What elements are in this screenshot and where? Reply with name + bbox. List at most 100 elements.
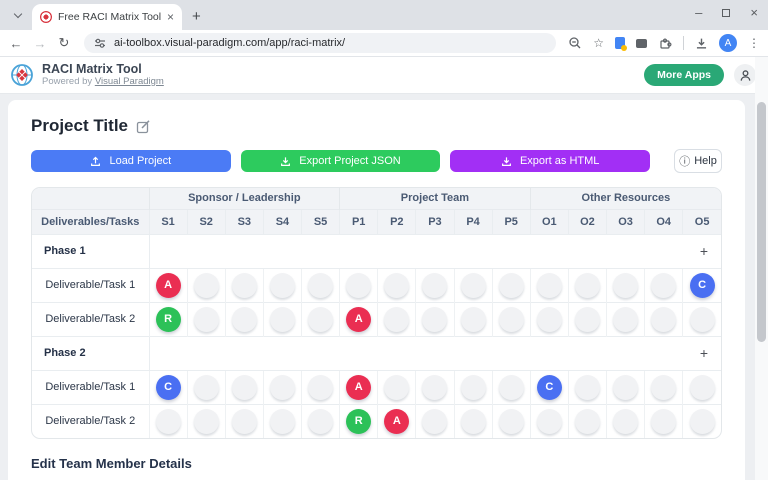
empty-cell-circle[interactable] (651, 307, 676, 332)
phase-label[interactable]: Phase 2 (32, 336, 149, 370)
raci-cell-O4[interactable] (645, 370, 683, 404)
more-apps-button[interactable]: More Apps (644, 64, 724, 86)
empty-cell-circle[interactable] (613, 409, 638, 434)
raci-cell-P2[interactable] (378, 370, 416, 404)
empty-cell-circle[interactable] (461, 375, 486, 400)
raci-cell-O2[interactable] (568, 404, 606, 438)
add-task-button[interactable]: + (700, 244, 708, 258)
raci-cell-O3[interactable] (607, 302, 645, 336)
bookmark-star-icon[interactable]: ☆ (593, 36, 604, 50)
load-project-button[interactable]: Load Project (31, 150, 231, 172)
raci-cell-S3[interactable] (225, 404, 263, 438)
raci-cell-P5[interactable] (492, 268, 530, 302)
raci-cell-S2[interactable] (187, 404, 225, 438)
raci-badge[interactable]: A (346, 307, 371, 332)
empty-cell-circle[interactable] (422, 409, 447, 434)
raci-cell-S5[interactable] (302, 370, 340, 404)
tab-search-button[interactable] (10, 7, 26, 23)
browser-active-tab[interactable]: Free RACI Matrix Tool | Assign R × (32, 4, 182, 30)
empty-cell-circle[interactable] (346, 273, 371, 298)
empty-cell-circle[interactable] (422, 273, 447, 298)
empty-cell-circle[interactable] (537, 409, 562, 434)
task-label[interactable]: Deliverable/Task 1 (32, 268, 149, 302)
raci-cell-O2[interactable] (568, 302, 606, 336)
column-header-O1[interactable]: O1 (530, 209, 568, 234)
empty-cell-circle[interactable] (499, 409, 524, 434)
empty-cell-circle[interactable] (690, 375, 715, 400)
raci-cell-P3[interactable] (416, 302, 454, 336)
back-button[interactable]: ← (8, 36, 24, 51)
downloads-icon[interactable] (695, 37, 708, 50)
export-json-button[interactable]: Export Project JSON (241, 150, 441, 172)
column-header-O2[interactable]: O2 (568, 209, 606, 234)
raci-cell-O3[interactable] (607, 404, 645, 438)
column-header-S1[interactable]: S1 (149, 209, 187, 234)
raci-badge[interactable]: C (690, 273, 715, 298)
extensions-puzzle-icon[interactable] (658, 36, 672, 50)
empty-cell-circle[interactable] (613, 273, 638, 298)
raci-cell-O1[interactable]: C (530, 370, 568, 404)
url-text[interactable]: ai-toolbox.visual-paradigm.com/app/raci-… (114, 37, 345, 49)
scrollbar-thumb[interactable] (757, 102, 766, 342)
column-header-O4[interactable]: O4 (645, 209, 683, 234)
empty-cell-circle[interactable] (270, 409, 295, 434)
raci-cell-P2[interactable] (378, 268, 416, 302)
edit-title-icon[interactable] (136, 119, 151, 134)
raci-cell-S4[interactable] (263, 370, 301, 404)
empty-cell-circle[interactable] (499, 273, 524, 298)
raci-cell-S1[interactable]: C (149, 370, 187, 404)
raci-cell-P3[interactable] (416, 370, 454, 404)
task-label[interactable]: Deliverable/Task 2 (32, 302, 149, 336)
raci-badge[interactable]: R (346, 409, 371, 434)
empty-cell-circle[interactable] (232, 375, 257, 400)
new-tab-button[interactable]: + (192, 8, 201, 25)
empty-cell-circle[interactable] (308, 273, 333, 298)
raci-cell-S5[interactable] (302, 268, 340, 302)
empty-cell-circle[interactable] (499, 375, 524, 400)
column-header-P2[interactable]: P2 (378, 209, 416, 234)
empty-cell-circle[interactable] (537, 273, 562, 298)
empty-cell-circle[interactable] (232, 409, 257, 434)
raci-cell-S5[interactable] (302, 404, 340, 438)
raci-cell-P4[interactable] (454, 302, 492, 336)
raci-cell-S3[interactable] (225, 370, 263, 404)
phase-label[interactable]: Phase 1 (32, 234, 149, 268)
raci-cell-P1[interactable] (340, 268, 378, 302)
raci-badge[interactable]: A (384, 409, 409, 434)
empty-cell-circle[interactable] (575, 273, 600, 298)
empty-cell-circle[interactable] (422, 307, 447, 332)
empty-cell-circle[interactable] (613, 375, 638, 400)
empty-cell-circle[interactable] (308, 409, 333, 434)
raci-cell-P3[interactable] (416, 404, 454, 438)
empty-cell-circle[interactable] (308, 375, 333, 400)
raci-cell-P4[interactable] (454, 404, 492, 438)
empty-cell-circle[interactable] (384, 307, 409, 332)
raci-cell-S1[interactable]: A (149, 268, 187, 302)
raci-cell-O1[interactable] (530, 268, 568, 302)
extension-blue-icon[interactable] (615, 37, 625, 49)
empty-cell-circle[interactable] (613, 307, 638, 332)
raci-cell-P5[interactable] (492, 302, 530, 336)
raci-cell-P1[interactable]: A (340, 302, 378, 336)
empty-cell-circle[interactable] (270, 273, 295, 298)
empty-cell-circle[interactable] (575, 409, 600, 434)
raci-badge[interactable]: A (156, 273, 181, 298)
window-maximize-button[interactable] (722, 9, 730, 17)
empty-cell-circle[interactable] (651, 273, 676, 298)
raci-cell-P4[interactable] (454, 370, 492, 404)
raci-cell-O5[interactable] (683, 302, 721, 336)
raci-cell-S2[interactable] (187, 302, 225, 336)
raci-cell-O2[interactable] (568, 370, 606, 404)
raci-badge[interactable]: R (156, 307, 181, 332)
empty-cell-circle[interactable] (156, 409, 181, 434)
column-header-P4[interactable]: P4 (454, 209, 492, 234)
raci-cell-S2[interactable] (187, 268, 225, 302)
empty-cell-circle[interactable] (575, 375, 600, 400)
empty-cell-circle[interactable] (270, 375, 295, 400)
empty-cell-circle[interactable] (384, 273, 409, 298)
window-close-button[interactable]: × (750, 6, 758, 19)
empty-cell-circle[interactable] (651, 409, 676, 434)
browser-profile-avatar[interactable]: A (719, 34, 737, 52)
page-scrollbar[interactable] (755, 57, 768, 480)
column-header-S4[interactable]: S4 (263, 209, 301, 234)
